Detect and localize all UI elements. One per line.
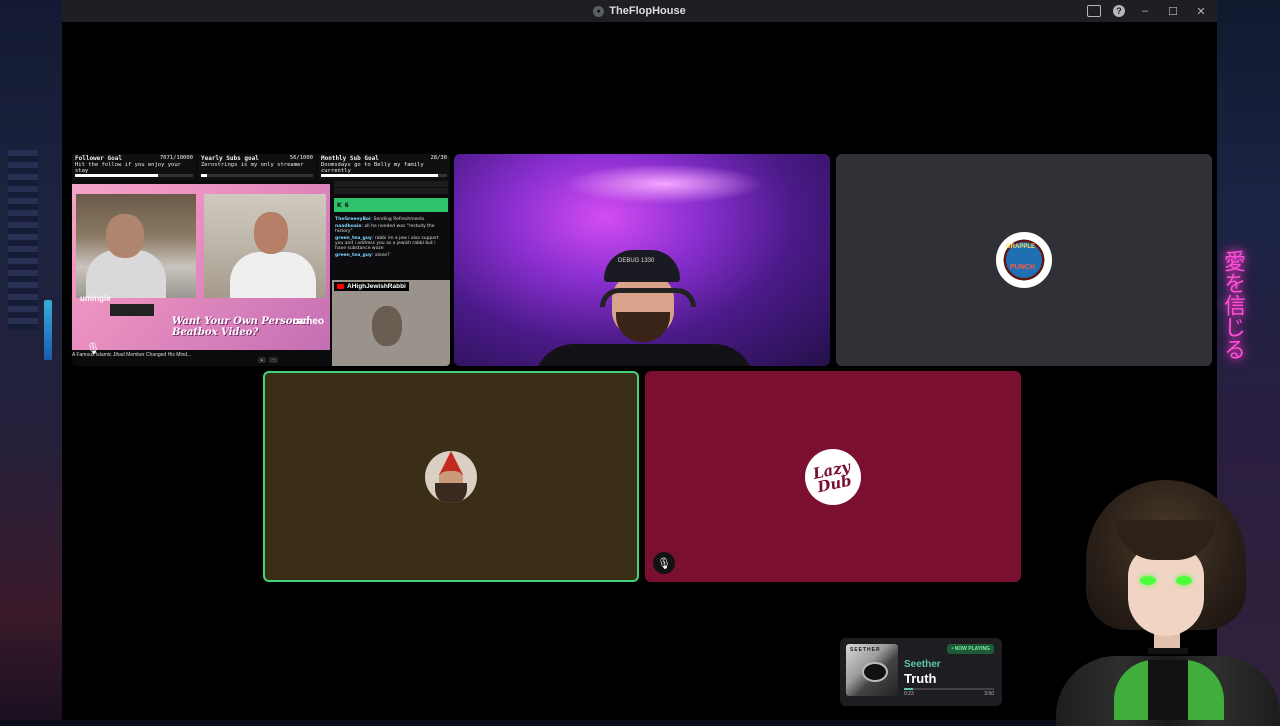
window-title: ● TheFlopHouse bbox=[62, 5, 1217, 17]
window-title-text: TheFlopHouse bbox=[609, 5, 686, 17]
kick-banner: K 6 bbox=[334, 198, 448, 212]
guest-webcam: AHighJewishRabbi bbox=[332, 280, 450, 366]
song-title: Truth bbox=[904, 671, 937, 686]
goal-desc: Zerostrings is my only streamer bbox=[201, 162, 304, 168]
call-window: ● TheFlopHouse ? – ☐ ✕ Follower Goal Hit… bbox=[62, 0, 1217, 720]
umingle-logo: umingle bbox=[80, 294, 111, 303]
goal-title: Monthly Sub Goal bbox=[321, 155, 379, 162]
artist-name: Seether bbox=[904, 659, 941, 670]
participant-tile-speaking[interactable] bbox=[263, 371, 639, 582]
goal-progress bbox=[75, 174, 193, 177]
participant-avatar: GRAPPLE PUNCH bbox=[996, 232, 1052, 288]
participant-avatar bbox=[425, 450, 477, 503]
streamer-video-tile[interactable]: DEBUG 1330 bbox=[454, 154, 830, 366]
desktop-backdrop-left bbox=[0, 0, 62, 720]
goal-count: 28/30 bbox=[430, 155, 447, 161]
neon-sign-left bbox=[44, 300, 52, 360]
building-windows bbox=[8, 150, 38, 330]
streamer: DEBUG 1330 bbox=[534, 250, 754, 366]
youtube-icon bbox=[337, 284, 344, 289]
maximize-button[interactable]: ☐ bbox=[1165, 3, 1181, 19]
monthly-sub-goal: Monthly Sub Goal Doomsdays go to Belly m… bbox=[318, 154, 450, 180]
goal-desc: Hit the follow if you enjoy your stay bbox=[75, 162, 181, 174]
close-button[interactable]: ✕ bbox=[1193, 3, 1209, 19]
follower-goal: Follower Goal Hit the follow if you enjo… bbox=[72, 154, 196, 180]
title-bar: ● TheFlopHouse ? – ☐ ✕ bbox=[62, 0, 1217, 22]
vtuber-avatar bbox=[1056, 480, 1280, 726]
video-actions: ▸ ⋯ bbox=[258, 357, 279, 363]
streamer-cap: DEBUG 1330 bbox=[604, 250, 680, 282]
cameo-ad: Want Your Own Personal Beatbox Video? ca… bbox=[168, 312, 328, 346]
headphones-icon bbox=[600, 288, 696, 307]
chat-line: green_tea_guy: alone? bbox=[335, 253, 390, 258]
yearly-subs-goal: Yearly Subs goal Zerostrings is my only … bbox=[198, 154, 316, 180]
screen-share-tile[interactable]: Follower Goal Hit the follow if you enjo… bbox=[72, 154, 450, 366]
mini-caption bbox=[110, 304, 154, 316]
more-button[interactable]: ⋯ bbox=[268, 357, 279, 363]
goal-count: 7071/10000 bbox=[159, 155, 193, 161]
inbox-icon[interactable] bbox=[1087, 5, 1101, 17]
goal-count: 56/1000 bbox=[289, 155, 313, 161]
webcam-left: umingle bbox=[76, 194, 196, 303]
webcam-right bbox=[204, 194, 326, 298]
server-icon: ● bbox=[593, 5, 605, 17]
mic-muted-icon: 🎙︎ bbox=[653, 552, 675, 574]
neon-sign-right: 愛を信じる bbox=[1220, 250, 1245, 360]
goal-progress bbox=[321, 174, 447, 177]
chat-line: TheGreenyBoi: Sending Refreshments bbox=[335, 217, 425, 222]
kick-count: 6 bbox=[344, 201, 349, 209]
goal-desc: Doomsdays go to Belly my family currentl… bbox=[321, 162, 424, 174]
cameo-logo: cameo bbox=[292, 316, 324, 327]
guest-label: AHighJewishRabbi bbox=[334, 282, 409, 291]
title-bar-controls: ? – ☐ ✕ bbox=[1087, 3, 1209, 19]
mic-muted-icon: 🎙︎ bbox=[86, 343, 100, 355]
participant-tile-lazy-dub[interactable]: Lazy Dub 🎙︎ bbox=[645, 371, 1021, 582]
stream-chat: K 6 TheGreenyBoi: Sending Refreshments n… bbox=[332, 180, 450, 280]
share-button[interactable]: ▸ bbox=[258, 357, 266, 363]
album-art: SEETHER bbox=[846, 644, 898, 696]
chat-line: green_tea_guy: rabbi im a jew i also sup… bbox=[335, 236, 439, 251]
now-playing-widget: SEETHER • NOW PLAYING Seether Truth 0:23… bbox=[840, 638, 1002, 706]
chat-line: naadboaie: all he needed was "restudy th… bbox=[335, 224, 435, 234]
minimize-button[interactable]: – bbox=[1137, 3, 1153, 19]
now-playing-badge: • NOW PLAYING bbox=[947, 644, 994, 654]
kick-icon: K bbox=[337, 201, 342, 209]
help-icon[interactable]: ? bbox=[1113, 5, 1125, 17]
goal-progress bbox=[201, 174, 313, 177]
duration: 3:50 bbox=[984, 691, 994, 697]
shared-video: umingle Want Your Own Personal Beatbox V… bbox=[72, 184, 330, 350]
participant-tile-gray[interactable]: GRAPPLE PUNCH bbox=[836, 154, 1212, 366]
elapsed-time: 0:23 bbox=[904, 691, 914, 697]
participant-avatar: Lazy Dub bbox=[805, 448, 861, 505]
song-progress bbox=[904, 688, 994, 690]
